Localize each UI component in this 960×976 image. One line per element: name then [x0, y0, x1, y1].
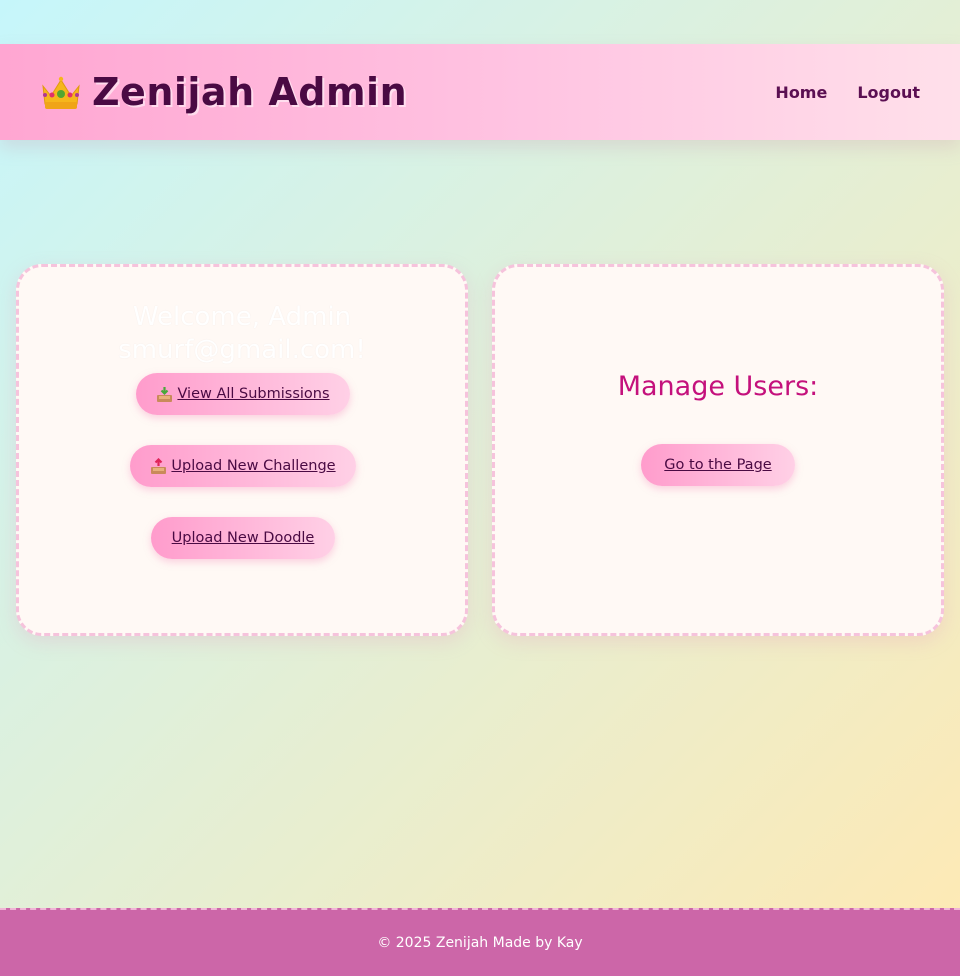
crown-icon	[42, 76, 80, 109]
upload-doodle-label: Upload New Doodle	[171, 530, 315, 546]
top-nav: Home Logout	[775, 83, 920, 102]
go-to-page-button[interactable]: Go to the Page	[641, 444, 795, 486]
welcome-message: Welcome, Admin smurf@gmail.com!	[118, 302, 366, 365]
go-to-page-label: Go to the Page	[664, 457, 772, 473]
admin-actions-card: Welcome, Admin smurf@gmail.com! View All…	[16, 264, 468, 636]
nav-home-link[interactable]: Home	[775, 83, 827, 102]
upload-challenge-button[interactable]: Upload New Challenge	[130, 445, 356, 487]
upload-challenge-label: Upload New Challenge	[171, 458, 336, 474]
view-submissions-button[interactable]: View All Submissions	[136, 373, 350, 415]
view-submissions-label: View All Submissions	[177, 386, 330, 402]
inbox-tray-icon	[157, 386, 173, 402]
manage-users-title: Manage Users:	[617, 371, 819, 402]
footer-text: © 2025 Zenijah Made by Kay	[377, 935, 583, 951]
upload-doodle-button[interactable]: Upload New Doodle	[151, 517, 335, 559]
manage-users-card: Manage Users: Go to the Page	[492, 264, 944, 636]
outbox-tray-icon	[151, 457, 167, 474]
app-title: Zenijah Admin	[92, 70, 408, 114]
brand: Zenijah Admin	[40, 70, 407, 114]
top-header: Zenijah Admin Home Logout	[0, 44, 960, 140]
page-footer: © 2025 Zenijah Made by Kay	[0, 908, 960, 976]
nav-logout-link[interactable]: Logout	[857, 83, 920, 102]
